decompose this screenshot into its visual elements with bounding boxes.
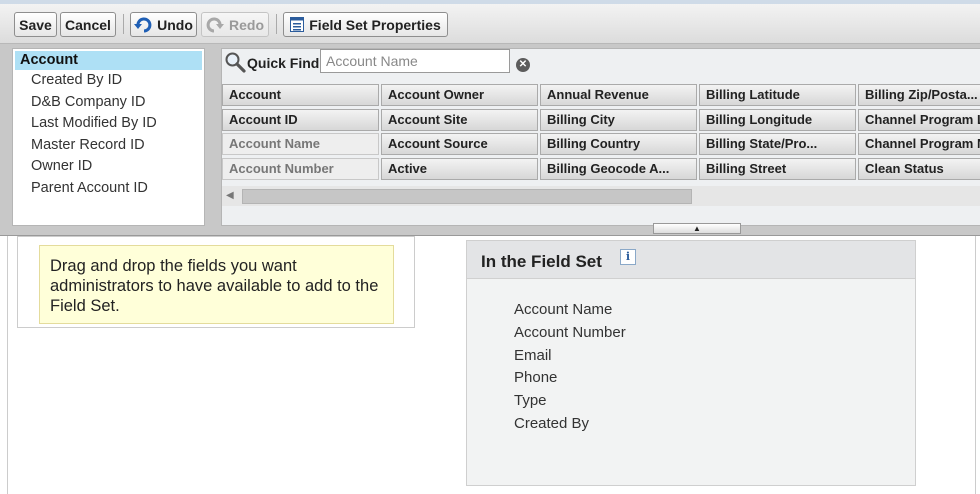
quick-find-label: Quick Find [247,55,320,71]
undo-label: Undo [157,16,193,33]
collapse-palette-handle[interactable]: ▲ [653,223,741,234]
undo-icon [134,17,152,33]
save-label: Save [19,16,52,33]
field-cell[interactable]: Billing Longitude [699,108,856,131]
field-set-panel: In the Field Set i Account Name Account … [466,240,916,486]
field-cell[interactable]: Billing Zip/Posta... [858,84,980,106]
object-tree: Account Created By ID D&B Company ID Las… [12,48,205,226]
frame-border [975,236,976,494]
redo-icon [206,17,224,33]
field-set-list: Account Name Account Number Email Phone … [514,299,626,436]
tree-item[interactable]: Master Record ID [13,135,204,157]
redo-label: Redo [229,16,264,33]
field-cell[interactable]: Billing Latitude [699,84,856,106]
cancel-button[interactable]: Cancel [60,12,116,37]
search-icon [224,51,246,78]
frame-border [7,236,8,494]
field-cell[interactable]: Billing Country [540,133,697,155]
field-palette: Account Created By ID D&B Company ID Las… [0,44,980,236]
tip-container: Drag and drop the fields you want admini… [17,236,415,328]
field-cell[interactable]: Billing Geocode A... [540,157,697,180]
tree-item-account[interactable]: Account [15,51,202,70]
info-icon[interactable]: i [620,249,636,265]
chevron-up-icon: ▲ [693,224,701,233]
field-cell[interactable]: Account Site [381,108,538,131]
toolbar: Save Cancel Undo Redo Field Set Properti… [0,4,980,44]
field-set-item[interactable]: Email [514,345,626,368]
field-set-item[interactable]: Type [514,390,626,413]
quick-find-input[interactable] [320,49,510,73]
field-set-properties-label: Field Set Properties [309,16,441,33]
redo-button[interactable]: Redo [201,12,269,37]
tree-item[interactable]: Owner ID [13,156,204,178]
field-set-item[interactable]: Created By [514,413,626,436]
field-set-properties-button[interactable]: Field Set Properties [283,12,448,37]
field-cell[interactable]: Account Number [222,157,379,180]
field-set-item[interactable]: Account Name [514,299,626,322]
field-cell[interactable]: Account Source [381,133,538,155]
properties-icon [290,17,305,32]
tree-item[interactable]: D&B Company ID [13,92,204,114]
field-cell[interactable]: Billing City [540,108,697,131]
field-cell[interactable]: Active [381,157,538,180]
scrollbar-thumb[interactable] [242,189,692,204]
field-cell[interactable]: Channel Program L [858,108,980,131]
field-cell[interactable]: Billing Street [699,157,856,180]
field-cell[interactable]: Account Name [222,133,379,155]
field-cell[interactable]: Billing State/Pro... [699,133,856,155]
cancel-label: Cancel [65,16,111,33]
tree-item[interactable]: Created By ID [13,70,204,92]
save-button[interactable]: Save [14,12,57,37]
field-cell[interactable]: Account ID [222,108,379,131]
field-set-header: In the Field Set i [467,241,915,279]
field-set-title: In the Field Set [481,252,602,271]
field-cell[interactable]: Annual Revenue [540,84,697,106]
field-cell[interactable]: Account [222,84,379,106]
field-cell[interactable]: Channel Program N [858,133,980,155]
clear-search-icon[interactable]: ✕ [516,58,530,72]
toolbar-separator [276,14,277,34]
field-set-item[interactable]: Account Number [514,322,626,345]
fields-panel: Quick Find ✕ AccountAccount IDAccount Na… [221,48,980,226]
undo-button[interactable]: Undo [130,12,197,37]
layout-area: Drag and drop the fields you want admini… [0,236,980,494]
field-cell[interactable]: Clean Status [858,157,980,180]
horizontal-scrollbar[interactable]: ◀ [222,186,980,206]
tree-item[interactable]: Parent Account ID [13,178,204,200]
drag-drop-tip: Drag and drop the fields you want admini… [39,245,394,324]
scroll-left-icon[interactable]: ◀ [226,190,234,201]
tree-item[interactable]: Last Modified By ID [13,113,204,135]
field-set-item[interactable]: Phone [514,367,626,390]
field-cell[interactable]: Account Owner [381,84,538,106]
toolbar-separator [123,14,124,34]
